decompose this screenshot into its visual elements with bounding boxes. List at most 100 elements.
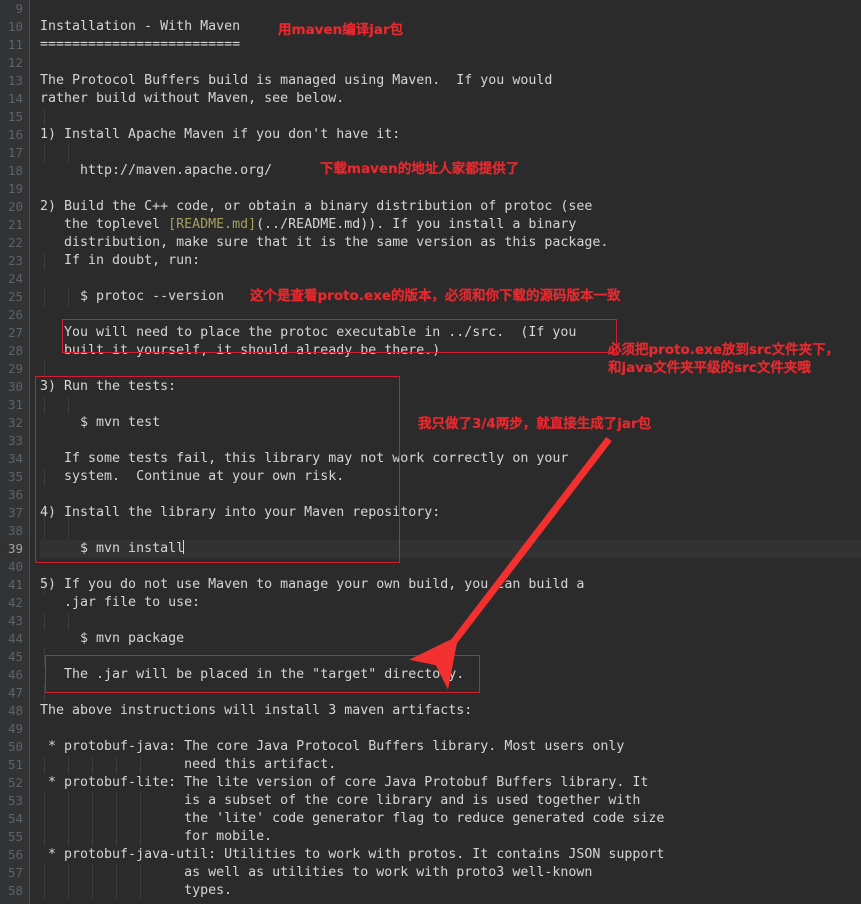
code-line[interactable] <box>40 648 861 666</box>
code-line[interactable]: * protobuf-java: The core Java Protocol … <box>40 738 861 756</box>
code-line[interactable] <box>40 432 861 450</box>
code-text[interactable]: Installation - With Maven ===============… <box>30 0 861 900</box>
line-number: 18 <box>7 163 23 178</box>
line-number: 36 <box>7 487 23 502</box>
line-number: 46 <box>7 667 23 682</box>
line-number: 43 <box>7 613 23 628</box>
line-number: 42 <box>7 595 23 610</box>
readme-md-link[interactable]: [README.md] <box>168 217 256 232</box>
code-line[interactable] <box>40 306 861 324</box>
code-line[interactable]: The .jar will be placed in the "target" … <box>40 666 861 684</box>
line-number: 13 <box>7 73 23 88</box>
line-number: 39 <box>0 540 29 558</box>
line-number: 19 <box>7 181 23 196</box>
line-number-gutter[interactable]: 9 10 11 12 13 14 15 16 17 18 19 20 21 22 23 24 25 26 27 28 2… <box>0 0 30 904</box>
line-number: 45 <box>7 649 23 664</box>
code-line[interactable] <box>40 54 861 72</box>
line-number: 54 <box>7 811 23 826</box>
line-number: 27 <box>7 325 23 340</box>
line-number: 14 <box>7 91 23 106</box>
code-line[interactable] <box>40 144 861 162</box>
code-line[interactable]: You will need to place the protoc execut… <box>40 324 861 342</box>
line-number: 50 <box>7 739 23 754</box>
code-line[interactable]: If some tests fail, this library may not… <box>40 450 861 468</box>
line-number: 48 <box>7 703 23 718</box>
text-caret <box>183 540 185 554</box>
code-line[interactable]: need this artifact. <box>40 756 861 774</box>
code-line[interactable]: The Protocol Buffers build is managed us… <box>40 72 861 90</box>
code-line[interactable]: rather build without Maven, see below. <box>40 90 861 108</box>
code-line[interactable]: * protobuf-lite: The lite version of cor… <box>40 774 861 792</box>
line-number: 26 <box>7 307 23 322</box>
line-number: 53 <box>7 793 23 808</box>
annotation-place-protoexe-in-src-line2: 和java文件夹平级的src文件夹哦 <box>608 360 811 376</box>
code-line[interactable] <box>40 612 861 630</box>
code-line[interactable]: 2) Build the C++ code, or obtain a binar… <box>40 198 861 216</box>
code-line[interactable]: for mobile. <box>40 828 861 846</box>
code-line[interactable]: 3) Run the tests: <box>40 378 861 396</box>
code-line[interactable]: * protobuf-java-util: Utilities to work … <box>40 846 861 864</box>
code-line[interactable]: $ mvn install <box>40 540 861 558</box>
line-number: 10 <box>7 19 23 34</box>
line-number: 56 <box>7 847 23 862</box>
code-line[interactable]: is a subset of the core library and is u… <box>40 792 861 810</box>
code-line[interactable]: $ mvn package <box>40 630 861 648</box>
code-line[interactable] <box>40 684 861 702</box>
code-line[interactable] <box>40 522 861 540</box>
code-line[interactable]: ========================= <box>40 36 861 54</box>
line-number: 16 <box>7 127 23 142</box>
line-number: 51 <box>7 757 23 772</box>
line-number: 24 <box>7 271 23 286</box>
code-line[interactable] <box>40 180 861 198</box>
line-number: 20 <box>7 199 23 214</box>
code-line[interactable]: 1) Install Apache Maven if you don't hav… <box>40 126 861 144</box>
code-line[interactable]: .jar file to use: <box>40 594 861 612</box>
line-number: 25 <box>7 289 23 304</box>
line-number: 29 <box>7 361 23 376</box>
annotation-use-maven-build-jar: 用maven编译jar包 <box>278 22 404 38</box>
code-line[interactable]: Installation - With Maven <box>40 18 861 36</box>
line-number: 47 <box>7 685 23 700</box>
code-line[interactable]: the 'lite' code generator flag to reduce… <box>40 810 861 828</box>
line-number: 49 <box>7 721 23 736</box>
code-viewport[interactable]: Installation - With Maven ===============… <box>30 0 861 904</box>
code-line[interactable] <box>40 108 861 126</box>
line-number: 33 <box>7 433 23 448</box>
line-number: 41 <box>7 577 23 592</box>
code-line[interactable] <box>40 396 861 414</box>
line-number: 37 <box>7 505 23 520</box>
annotation-maven-download-url: 下载maven的地址人家都提供了 <box>320 161 520 177</box>
line-number: 9 <box>15 1 23 16</box>
line-number: 57 <box>7 865 23 880</box>
line-number: 35 <box>7 469 23 484</box>
code-line[interactable]: system. Continue at your own risk. <box>40 468 861 486</box>
code-line[interactable] <box>40 558 861 576</box>
line-number: 32 <box>7 415 23 430</box>
line-number: 12 <box>7 55 23 70</box>
code-line[interactable] <box>40 0 861 18</box>
code-editor[interactable]: 9 10 11 12 13 14 15 16 17 18 19 20 21 22 23 24 25 26 27 28 2… <box>0 0 861 904</box>
line-number: 52 <box>7 775 23 790</box>
annotation-protoc-version-match: 这个是查看proto.exe的版本，必须和你下载的源码版本一致 <box>250 288 621 304</box>
code-line[interactable] <box>40 486 861 504</box>
code-line[interactable] <box>40 720 861 738</box>
annotation-place-protoexe-in-src-line1: 必须把proto.exe放到src文件夹下， <box>608 342 840 358</box>
code-line[interactable]: 4) Install the library into your Maven r… <box>40 504 861 522</box>
line-number: 30 <box>7 379 23 394</box>
line-number: 31 <box>7 397 23 412</box>
line-number: 40 <box>7 559 23 574</box>
line-number: 11 <box>7 37 23 52</box>
line-number: 28 <box>7 343 23 358</box>
code-line[interactable]: The above instructions will install 3 ma… <box>40 702 861 720</box>
line-number: 15 <box>7 109 23 124</box>
line-number: 21 <box>7 217 23 232</box>
code-line[interactable]: types. <box>40 882 861 900</box>
line-number: 38 <box>7 523 23 538</box>
line-number: 55 <box>7 829 23 844</box>
code-line[interactable]: 5) If you do not use Maven to manage you… <box>40 576 861 594</box>
code-line[interactable]: the toplevel [README.md](../README.md)).… <box>40 216 861 234</box>
code-line[interactable] <box>40 270 861 288</box>
code-line[interactable]: as well as utilities to work with proto3… <box>40 864 861 882</box>
code-line[interactable]: distribution, make sure that it is the s… <box>40 234 861 252</box>
code-line[interactable]: If in doubt, run: <box>40 252 861 270</box>
